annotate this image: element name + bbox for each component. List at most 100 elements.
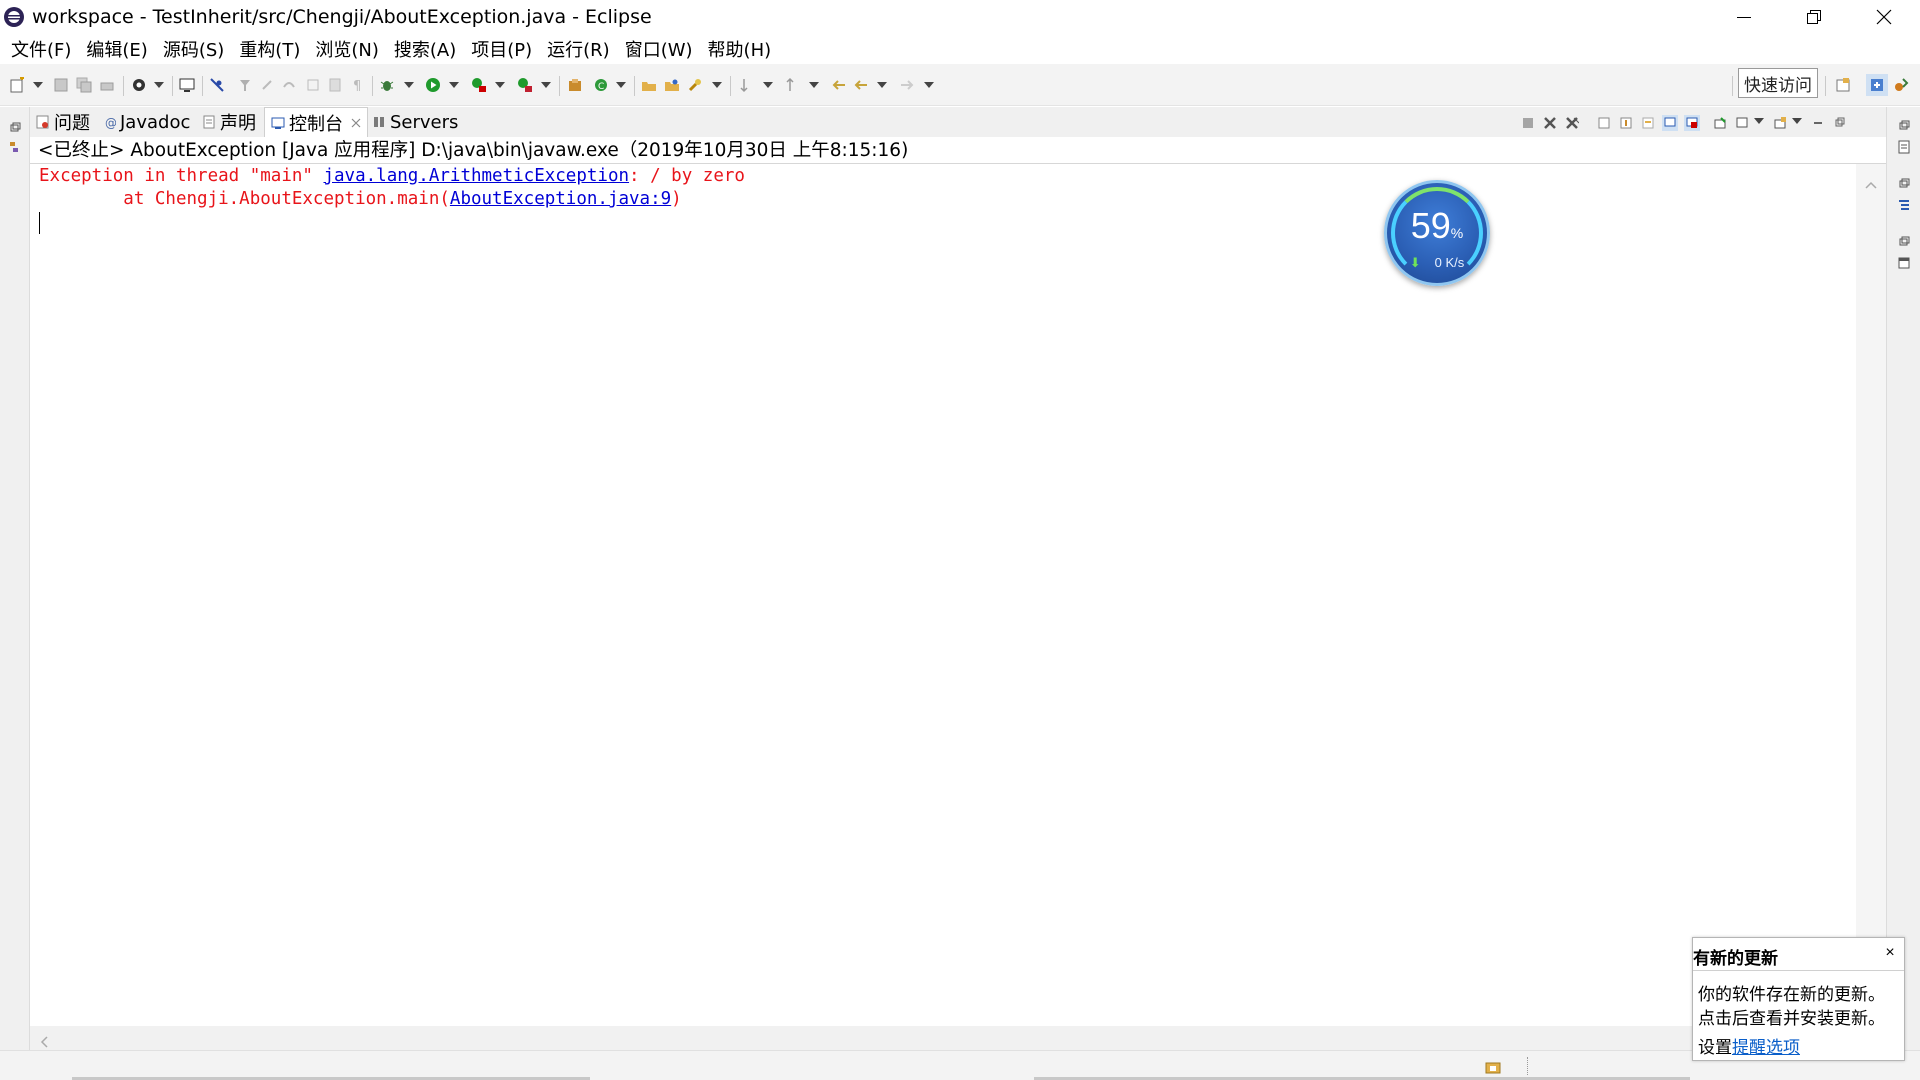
tab-javadoc[interactable]: @ Javadoc <box>104 107 190 137</box>
pin-console-icon[interactable] <box>1712 115 1728 131</box>
java-perspective-icon[interactable] <box>1892 76 1910 94</box>
vertical-scrollbar[interactable] <box>1856 164 1886 1026</box>
network-speed-widget[interactable]: 59% ⬇ 0 K/s <box>1384 180 1490 286</box>
open-console-icon[interactable] <box>1772 115 1788 131</box>
menu-edit[interactable]: 编辑(E) <box>79 36 154 62</box>
external-tools-dropdown-icon[interactable] <box>541 82 551 88</box>
show-whitespace-icon[interactable] <box>304 76 322 94</box>
pilcrow-icon[interactable]: ¶ <box>348 76 366 94</box>
menu-project[interactable]: 项目(P) <box>464 36 539 62</box>
horizontal-scrollbar[interactable] <box>30 1026 1856 1050</box>
run-dropdown-icon[interactable] <box>449 82 459 88</box>
toggle-annotation-icon[interactable] <box>236 76 254 94</box>
forward-dropdown-icon[interactable] <box>924 82 934 88</box>
update-notification[interactable]: 有新的更新 × 你的软件存在新的更新。 点击后查看并安装更新。 设置提醒选项 <box>1692 937 1905 1061</box>
reminder-options-link[interactable]: 提醒选项 <box>1732 1038 1800 1057</box>
back-dropdown-icon[interactable] <box>877 82 887 88</box>
coverage-icon[interactable] <box>470 76 488 94</box>
close-notification-icon[interactable]: × <box>1882 944 1898 962</box>
minimize-view-icon[interactable] <box>1810 115 1826 131</box>
menu-window[interactable]: 窗口(W) <box>618 36 700 62</box>
target-dropdown-icon[interactable] <box>154 82 164 88</box>
exception-class-link[interactable]: java.lang.ArithmeticException <box>323 166 629 186</box>
restore-outline-icon[interactable] <box>1897 117 1911 131</box>
open-type-icon[interactable] <box>640 76 658 94</box>
word-wrap-icon[interactable] <box>1640 115 1656 131</box>
coverage-dropdown-icon[interactable] <box>495 82 505 88</box>
search-dropdown-icon[interactable] <box>712 82 722 88</box>
show-on-stdout-icon[interactable] <box>1662 115 1678 131</box>
scroll-up-icon[interactable] <box>1865 174 1877 193</box>
save-all-icon[interactable] <box>75 76 93 94</box>
block-select-icon[interactable] <box>326 76 344 94</box>
external-tools-icon[interactable] <box>516 76 534 94</box>
text-caret <box>39 212 40 234</box>
search-tool-icon[interactable] <box>686 76 704 94</box>
terminal-icon[interactable] <box>178 76 196 94</box>
next-edit-dropdown-icon[interactable] <box>763 82 773 88</box>
quick-access-field[interactable]: 快速访问 <box>1738 68 1818 98</box>
restore-button[interactable] <box>1779 0 1849 34</box>
console-output[interactable]: Exception in thread "main" java.lang.Ari… <box>30 164 1856 1026</box>
new-dropdown-icon[interactable] <box>33 82 43 88</box>
tab-servers[interactable]: Servers <box>372 107 458 137</box>
debug-icon[interactable] <box>378 76 396 94</box>
properties-icon[interactable] <box>1897 255 1911 269</box>
update-message-line: 你的软件存在新的更新。 <box>1698 985 1885 1004</box>
prev-edit-dropdown-icon[interactable] <box>809 82 819 88</box>
restore-view-icon[interactable] <box>8 119 22 133</box>
close-tab-icon[interactable] <box>351 118 361 128</box>
maximize-view-icon[interactable] <box>1832 115 1848 131</box>
menu-run[interactable]: 运行(R) <box>540 36 617 62</box>
menu-refactor[interactable]: 重构(T) <box>232 36 307 62</box>
show-on-stderr-icon[interactable] <box>1684 115 1700 131</box>
tab-declaration[interactable]: 声明 <box>202 107 256 137</box>
back-icon[interactable] <box>852 76 870 94</box>
run-icon[interactable] <box>424 76 442 94</box>
new-java-package-icon[interactable] <box>566 76 584 94</box>
open-console-dropdown-icon[interactable] <box>1792 118 1802 124</box>
display-console-dropdown-icon[interactable] <box>1754 118 1764 124</box>
minimize-button[interactable] <box>1709 0 1779 34</box>
debug-target-icon[interactable] <box>130 76 148 94</box>
save-icon[interactable] <box>52 76 70 94</box>
package-explorer-icon[interactable] <box>8 139 22 153</box>
open-task-icon[interactable] <box>663 76 681 94</box>
clear-console-icon[interactable] <box>1596 115 1612 131</box>
skip-breakpoints-icon[interactable] <box>208 76 226 94</box>
print-icon[interactable] <box>98 76 116 94</box>
open-perspective-icon[interactable] <box>1834 76 1852 94</box>
forward-icon[interactable] <box>898 76 916 94</box>
scroll-lock-icon[interactable] <box>1618 115 1634 131</box>
prev-annotation-icon[interactable] <box>280 76 298 94</box>
task-list-icon[interactable] <box>1897 139 1911 154</box>
new-java-class-icon[interactable]: C <box>592 76 610 94</box>
source-location-link[interactable]: AboutException.java:9 <box>450 189 671 209</box>
display-console-icon[interactable] <box>1734 115 1750 131</box>
debug-dropdown-icon[interactable] <box>404 82 414 88</box>
last-edit-location-icon[interactable] <box>830 76 848 94</box>
menu-search[interactable]: 搜索(A) <box>387 36 463 62</box>
next-annotation-icon[interactable] <box>258 76 276 94</box>
next-edit-icon[interactable] <box>738 76 756 94</box>
menu-help[interactable]: 帮助(H) <box>701 36 779 62</box>
new-class-dropdown-icon[interactable] <box>616 82 626 88</box>
restore-view-2-icon[interactable] <box>1897 175 1911 189</box>
status-bar-task-icon[interactable] <box>1485 1059 1501 1078</box>
tab-console[interactable]: 控制台 <box>264 107 368 137</box>
new-icon[interactable] <box>8 76 26 94</box>
terminate-icon[interactable] <box>1520 115 1536 131</box>
close-window-button[interactable] <box>1849 0 1919 34</box>
prev-edit-icon[interactable] <box>784 76 802 94</box>
outline-icon[interactable] <box>1897 197 1911 211</box>
remove-all-terminated-icon[interactable] <box>1564 115 1580 131</box>
restore-view-3-icon[interactable] <box>1897 233 1911 247</box>
tab-problems[interactable]: 问题 <box>36 107 90 137</box>
left-trim-bar <box>0 107 30 1080</box>
menu-navigate[interactable]: 浏览(N) <box>308 36 386 62</box>
remove-launch-icon[interactable] <box>1542 115 1558 131</box>
tab-declaration-label: 声明 <box>220 113 256 134</box>
menu-source[interactable]: 源码(S) <box>156 36 231 62</box>
java-ee-perspective-icon[interactable] <box>1866 74 1888 96</box>
menu-file[interactable]: 文件(F) <box>4 36 78 62</box>
